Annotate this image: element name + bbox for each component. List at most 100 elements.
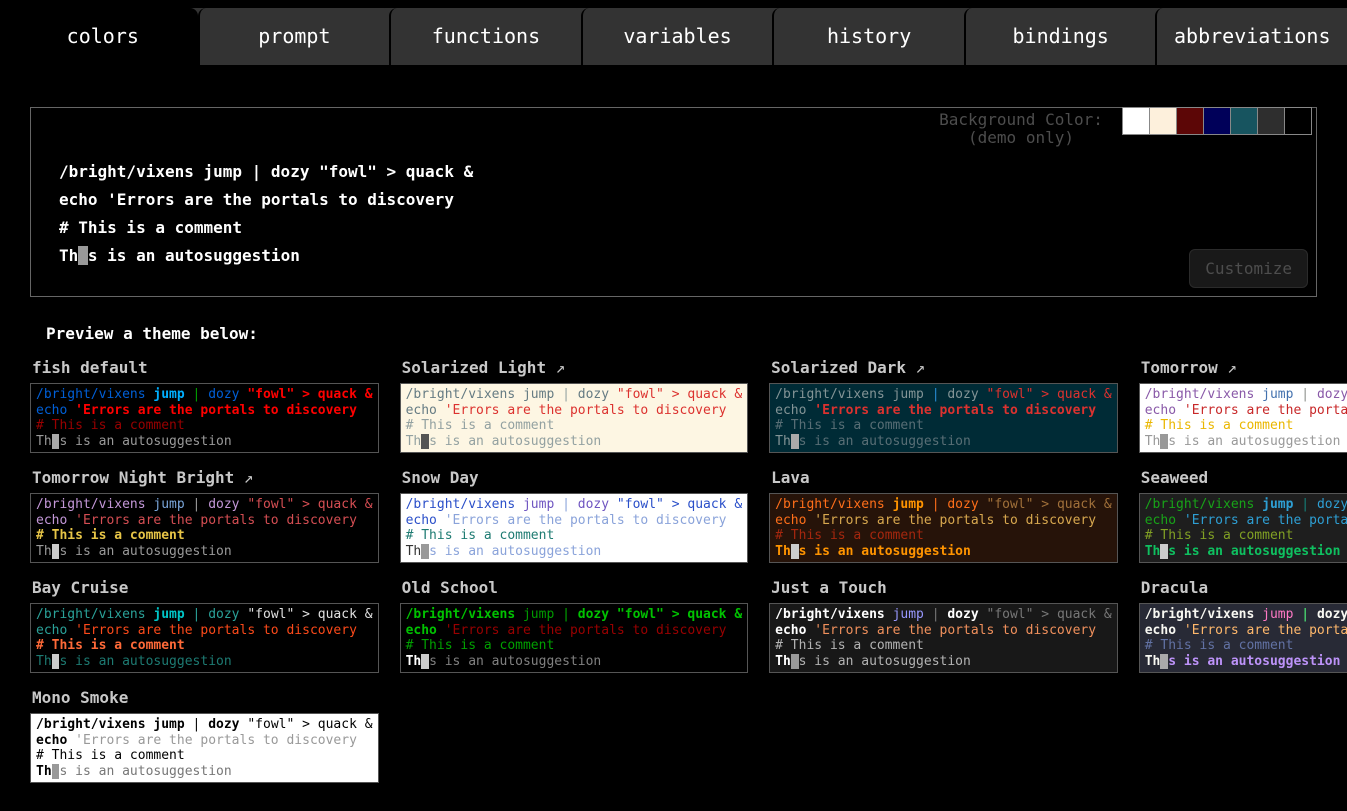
- bg-swatch-white[interactable]: [1122, 107, 1150, 135]
- token: s is an autosuggestion: [429, 434, 601, 449]
- tab-functions[interactable]: functions: [389, 8, 581, 65]
- tab-variables[interactable]: variables: [581, 8, 773, 65]
- bg-swatch-charcoal[interactable]: [1257, 107, 1285, 135]
- tab-colors[interactable]: colors: [8, 8, 198, 65]
- theme-title: Solarized Light ↗: [402, 358, 749, 377]
- preview-line-3: # This is a comment: [406, 418, 743, 434]
- token: 'Errors are the portals to discovery: [1184, 403, 1347, 418]
- token: s is an autosuggestion: [429, 654, 601, 669]
- preview-line-1: /bright/vixens jump | dozy "fowl" > quac…: [406, 387, 743, 403]
- theme-preview-card[interactable]: /bright/vixens jump | dozy "fowl" > quac…: [769, 603, 1118, 673]
- token: /bright/vixens: [36, 717, 153, 732]
- theme-preview-card[interactable]: /bright/vixens jump | dozy "fowl" > quac…: [30, 603, 379, 673]
- external-link-icon[interactable]: ↗: [546, 358, 565, 377]
- theme-preview-card[interactable]: /bright/vixens jump | dozy "fowl" > quac…: [400, 493, 749, 563]
- theme-name: Seaweed: [1141, 468, 1208, 487]
- preview-line-2: echo 'Errors are the portals to discover…: [775, 513, 1112, 529]
- customize-button[interactable]: Customize: [1189, 249, 1308, 288]
- token: /bright/vixens: [406, 387, 523, 402]
- token: jump: [153, 497, 184, 512]
- token: |: [924, 387, 947, 402]
- preview-line-1: /bright/vixens jump | dozy "fowl" > quac…: [36, 387, 373, 403]
- theme-preview-card[interactable]: /bright/vixens jump | dozy "fowl" > quac…: [400, 383, 749, 453]
- bg-swatch-dark-teal[interactable]: [1230, 107, 1258, 135]
- bg-swatch-black[interactable]: [1284, 107, 1312, 135]
- theme-preview-card[interactable]: /bright/vixens jump | dozy "fowl" > quac…: [769, 493, 1118, 563]
- token: # This is a comment: [1145, 638, 1294, 653]
- demo-line: echo 'Errors are the portals to discover…: [59, 186, 1316, 214]
- external-link-icon[interactable]: ↗: [1218, 358, 1237, 377]
- theme-name: fish default: [32, 358, 148, 377]
- theme-preview-card[interactable]: /bright/vixens jump | dozy "fowl" > quac…: [400, 603, 749, 673]
- token: "fowl" > quack &: [247, 387, 372, 402]
- token: Th: [406, 544, 422, 559]
- preview-line-4: This is an autosuggestion: [406, 544, 743, 560]
- token: Th: [406, 434, 422, 449]
- bg-swatch-navy[interactable]: [1203, 107, 1231, 135]
- tab-bar: colorspromptfunctionsvariableshistorybin…: [8, 8, 1347, 65]
- token: dozy: [947, 497, 986, 512]
- preview-line-3: # This is a comment: [36, 638, 373, 654]
- token: # This is a comment: [1145, 528, 1294, 543]
- preview-line-4: This is an autosuggestion: [1145, 654, 1347, 670]
- external-link-icon[interactable]: ↗: [906, 358, 925, 377]
- preview-line-1: /bright/vixens jump | dozy "fowl" > quac…: [1145, 387, 1347, 403]
- theme-title: Snow Day: [402, 468, 749, 487]
- token: echo: [36, 623, 75, 638]
- theme-preview-card[interactable]: /bright/vixens jump | dozy "fowl" > quac…: [1139, 383, 1347, 453]
- tab-abbreviations[interactable]: abbreviations: [1155, 8, 1347, 65]
- preview-line-4: This is an autosuggestion: [775, 544, 1112, 560]
- theme-preview-card[interactable]: /bright/vixens jump | dozy "fowl" > quac…: [1139, 493, 1347, 563]
- token: /bright/vixens: [406, 497, 523, 512]
- token: # This is a comment: [36, 418, 185, 433]
- theme-solarized-light: Solarized Light ↗ /bright/vixens jump | d…: [400, 358, 749, 453]
- tab-prompt[interactable]: prompt: [198, 8, 390, 65]
- token: 'Errors are the portals to discovery: [75, 513, 357, 528]
- theme-preview-card[interactable]: /bright/vixens jump | dozy "fowl" > quac…: [769, 383, 1118, 453]
- preview-line-1: /bright/vixens jump | dozy "fowl" > quac…: [406, 607, 743, 623]
- token: echo: [36, 403, 75, 418]
- token: /bright/vixens: [1145, 607, 1262, 622]
- token: jump: [1262, 607, 1293, 622]
- token: # This is a comment: [775, 418, 924, 433]
- theme-preview-card[interactable]: /bright/vixens jump | dozy "fowl" > quac…: [30, 383, 379, 453]
- token: /bright/vixens: [775, 607, 892, 622]
- token: jump: [893, 387, 924, 402]
- token: s is an autosuggestion: [1168, 544, 1340, 559]
- bg-swatch-cream[interactable]: [1149, 107, 1177, 135]
- token: Th: [36, 654, 52, 669]
- token: |: [185, 607, 208, 622]
- preview-line-2: echo 'Errors are the portals to discover…: [775, 403, 1112, 419]
- token: 'Errors are the portals to discovery: [75, 733, 357, 748]
- external-link-icon[interactable]: ↗: [234, 468, 253, 487]
- token: Th: [406, 654, 422, 669]
- theme-bay-cruise: Bay Cruise/bright/vixens jump | dozy "fo…: [30, 578, 379, 673]
- token: |: [554, 607, 577, 622]
- theme-preview-card[interactable]: /bright/vixens jump | dozy "fowl" > quac…: [1139, 603, 1347, 673]
- token: jump: [523, 387, 554, 402]
- token: echo: [1145, 623, 1184, 638]
- theme-fish-default: fish default/bright/vixens jump | dozy "…: [30, 358, 379, 453]
- token: echo: [406, 513, 445, 528]
- token: Th: [775, 434, 791, 449]
- preview-line-4: This is an autosuggestion: [1145, 544, 1347, 560]
- tab-bindings[interactable]: bindings: [964, 8, 1156, 65]
- token: dozy: [947, 387, 986, 402]
- token: dozy: [578, 497, 617, 512]
- preview-line-4: This is an autosuggestion: [1145, 434, 1347, 450]
- token: jump: [153, 717, 184, 732]
- token: |: [1293, 607, 1316, 622]
- theme-preview-card[interactable]: /bright/vixens jump | dozy "fowl" > quac…: [30, 493, 379, 563]
- preview-line-1: /bright/vixens jump | dozy "fowl" > quac…: [406, 497, 743, 513]
- theme-title: Dracula: [1141, 578, 1347, 597]
- tab-history[interactable]: history: [772, 8, 964, 65]
- preview-line-2: echo 'Errors are the portals to discover…: [406, 403, 743, 419]
- theme-name: Solarized Dark: [771, 358, 906, 377]
- token: /bright/vixens: [36, 607, 153, 622]
- theme-preview-card[interactable]: /bright/vixens jump | dozy "fowl" > quac…: [30, 713, 379, 783]
- bg-swatch-dark-red[interactable]: [1176, 107, 1204, 135]
- token: 'Errors are the portals to discovery: [75, 403, 357, 418]
- theme-name: Dracula: [1141, 578, 1208, 597]
- token: "fowl" > quack &: [987, 497, 1112, 512]
- preview-line-4: This is an autosuggestion: [775, 654, 1112, 670]
